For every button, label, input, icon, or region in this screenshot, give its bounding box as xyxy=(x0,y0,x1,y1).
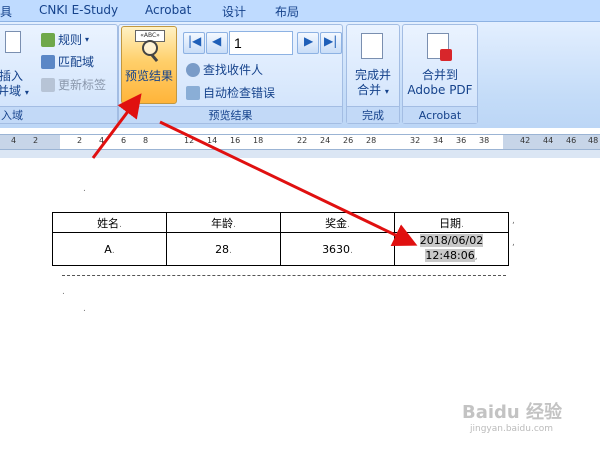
arrow-to-preview-button xyxy=(91,93,142,159)
baidu-watermark-url: jingyan.baidu.com xyxy=(470,424,554,434)
baidu-watermark: Baidu 经验 xyxy=(462,402,563,423)
annotation-arrows xyxy=(91,93,418,247)
arrow-to-date-cell xyxy=(159,120,418,247)
